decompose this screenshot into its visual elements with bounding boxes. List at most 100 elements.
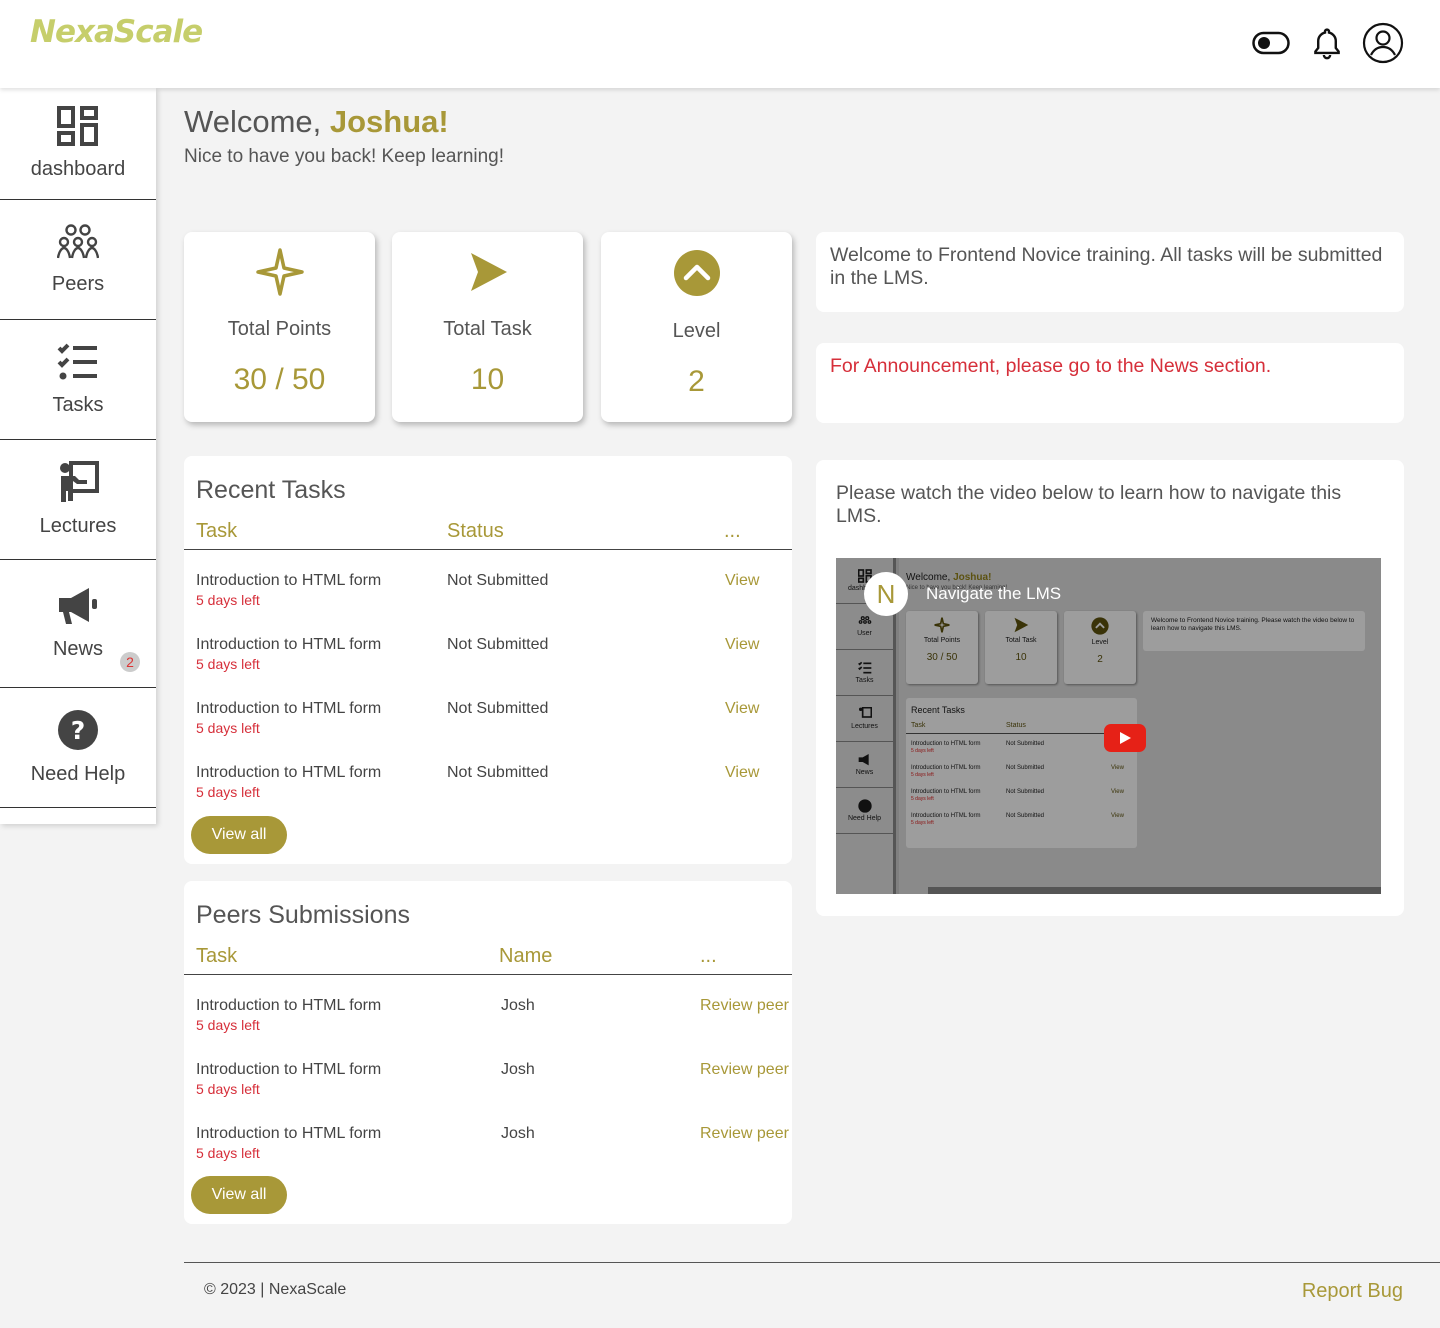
column-status: Status [447, 520, 504, 542]
copyright-text: © 2023 | NexaScale [204, 1281, 347, 1298]
table-header: Task Name ... [184, 943, 792, 975]
send-icon [467, 248, 509, 296]
due-text: 5 days left [196, 1081, 260, 1097]
tasks-icon [57, 342, 99, 388]
preview-stat-value: 30 / 50 [926, 652, 958, 663]
task-name: Introduction to HTML form [196, 572, 382, 589]
view-link[interactable]: View [725, 636, 759, 654]
view-link[interactable]: View [725, 572, 759, 590]
news-count-badge: 2 [120, 652, 140, 672]
preview-stat-value: 10 [1015, 652, 1027, 663]
sidebar-item-peers[interactable]: Peers [0, 200, 156, 320]
task-name: Introduction to HTML form [196, 764, 382, 781]
video-title[interactable]: Navigate the LMS [926, 584, 1061, 604]
report-bug-link[interactable]: Report Bug [1302, 1280, 1403, 1303]
footer-divider [184, 1262, 1440, 1263]
preview-task-name: Introduction to HTML form [911, 741, 981, 747]
preview-stat-title: Total Points [923, 637, 961, 644]
table-row: Introduction to HTML form 5 days left No… [184, 636, 792, 686]
megaphone-icon [57, 586, 99, 632]
svg-text:?: ? [71, 716, 86, 745]
task-name: Introduction to HTML form [196, 997, 382, 1014]
view-link[interactable]: View [725, 700, 759, 718]
sidebar-item-label: Need Help [30, 763, 126, 785]
preview-due-text: 5 days left [911, 772, 934, 778]
review-peer-link[interactable]: Review peer [700, 997, 789, 1015]
peer-name: Josh [501, 997, 535, 1014]
view-all-tasks-button[interactable]: View all [191, 816, 287, 854]
sidebar-item-dashboard[interactable]: dashboard [0, 88, 156, 200]
due-text: 5 days left [196, 1145, 260, 1161]
view-all-peers-button[interactable]: View all [191, 1176, 287, 1214]
preview-due-text: 5 days left [911, 820, 934, 826]
dashboard-icon [57, 106, 99, 152]
tasks-icon [857, 661, 872, 677]
review-peer-link[interactable]: Review peer [700, 1125, 789, 1143]
sidebar: dashboard Peers Tasks Lectures News 2 ? … [0, 88, 156, 824]
welcome-subtitle: Nice to have you back! Keep learning! [184, 146, 505, 167]
preview-stat-card: Total Points 30 / 50 [906, 611, 978, 684]
review-peer-link[interactable]: Review peer [700, 1061, 789, 1079]
panel-title: Recent Tasks [196, 476, 346, 504]
table-header: Task Status ... [184, 518, 792, 550]
preview-status-text: Not Submitted [1006, 741, 1045, 747]
column-more: ... [724, 520, 741, 542]
stat-card-total-points: Total Points 30 / 50 [184, 232, 375, 422]
sidebar-item-label: dashboard [30, 158, 126, 180]
sidebar-item-lectures[interactable]: Lectures [0, 440, 156, 560]
sidebar-item-need-help[interactable]: ? Need Help [0, 688, 156, 808]
preview-stat-title: Level [1091, 639, 1109, 646]
table-row: Introduction to HTML form 5 days left Jo… [184, 1125, 792, 1175]
peers-icon [56, 223, 100, 267]
status-text: Not Submitted [447, 636, 549, 653]
due-text: 5 days left [196, 720, 260, 736]
header-actions [1250, 22, 1404, 64]
video-instructions: Please watch the video below to learn ho… [836, 482, 1342, 527]
column-task: Task [196, 945, 238, 967]
status-text: Not Submitted [447, 572, 549, 589]
help-icon: ? [57, 709, 99, 757]
preview-sidebar-label: User [857, 630, 872, 637]
preview-stat-card: Total Task 10 [985, 611, 1057, 684]
preview-due-text: 5 days left [911, 748, 934, 754]
toggle-icon[interactable] [1250, 22, 1292, 64]
user-name: Joshua! [329, 104, 449, 139]
preview-user-name: Joshua! [953, 572, 992, 583]
stat-title: Total Points [227, 318, 332, 340]
preview-greeting: Welcome, [906, 572, 951, 583]
video-player[interactable]: dashboard User Tasks Lectures News Need … [836, 558, 1381, 894]
preview-sidebar-item: News [836, 742, 893, 788]
stat-value: 30 / 50 [233, 363, 326, 396]
preview-sidebar-item: Need Help [836, 788, 893, 834]
sidebar-item-label: Lectures [39, 515, 117, 537]
announcement-notice: For Announcement, please go to the News … [816, 343, 1404, 423]
stat-value: 10 [470, 363, 505, 396]
peer-name: Josh [501, 1125, 535, 1142]
channel-avatar[interactable]: N [864, 572, 908, 616]
preview-task-name: Introduction to HTML form [911, 765, 981, 771]
video-progress-bar[interactable] [928, 887, 1381, 894]
preview-view-link: View [1111, 765, 1124, 771]
sidebar-item-news[interactable]: News 2 [0, 560, 156, 688]
stat-title: Level [672, 320, 721, 342]
sidebar-item-tasks[interactable]: Tasks [0, 320, 156, 440]
training-notice: Welcome to Frontend Novice training. All… [816, 232, 1404, 312]
user-avatar-icon[interactable] [1362, 22, 1404, 64]
peers-icon [858, 616, 872, 630]
task-name: Introduction to HTML form [196, 1061, 382, 1078]
stat-card-total-task: Total Task 10 [392, 232, 583, 422]
preview-stat-value: 2 [1097, 654, 1103, 665]
brand-logo[interactable]: NexaScale [30, 14, 203, 50]
status-text: Not Submitted [447, 700, 549, 717]
play-button-icon[interactable] [1104, 724, 1146, 752]
preview-status-text: Not Submitted [1006, 765, 1045, 771]
video-card: Please watch the video below to learn ho… [816, 460, 1404, 916]
status-text: Not Submitted [447, 764, 549, 781]
bell-icon[interactable] [1306, 22, 1348, 64]
stat-value: 2 [688, 365, 705, 398]
preview-task-name: Introduction to HTML form [911, 813, 981, 819]
column-task: Task [196, 520, 238, 542]
preview-notice: Welcome to Frontend Novice training. Ple… [1143, 611, 1365, 651]
view-link[interactable]: View [725, 764, 759, 782]
megaphone-icon [858, 753, 872, 769]
